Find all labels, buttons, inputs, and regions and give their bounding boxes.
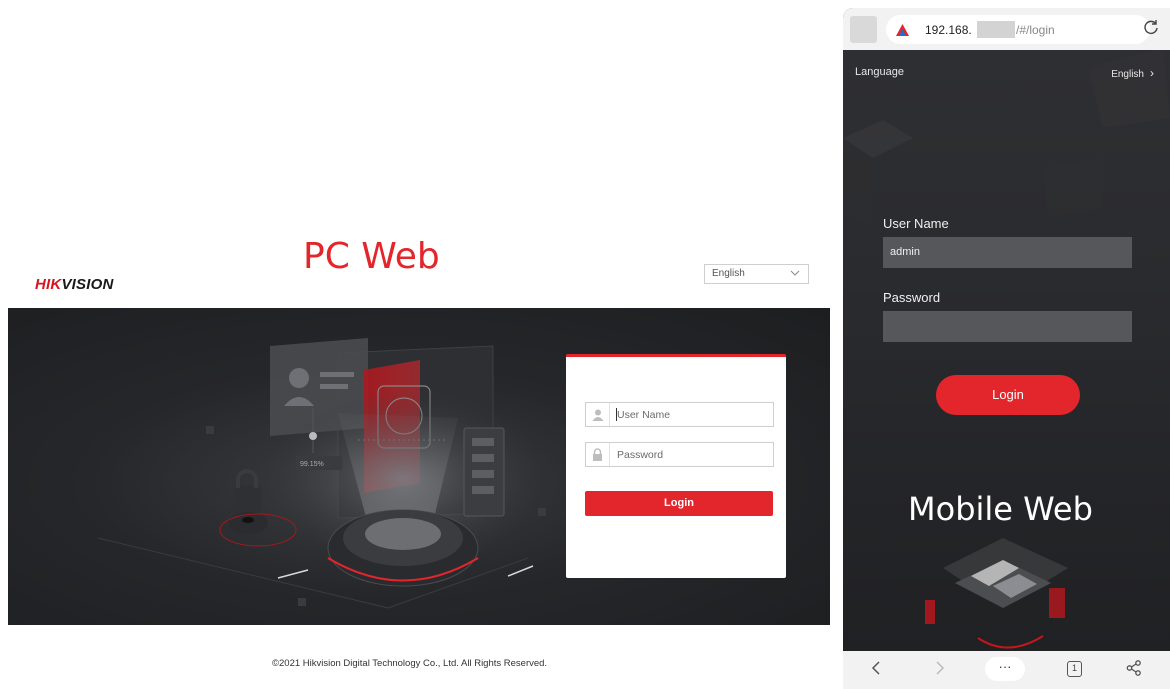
language-select-value: English: [712, 268, 745, 279]
mobile-login-button[interactable]: Login: [936, 375, 1080, 415]
language-label: Language: [855, 66, 904, 78]
pc-login-card: User Name Password Login: [566, 354, 786, 578]
username-label: User Name: [883, 216, 949, 231]
screenshot-stage: PC Web HIKVISION English 99.15% User Nam…: [0, 0, 1170, 689]
chevron-down-icon: [790, 266, 800, 283]
password-label: Password: [883, 290, 941, 305]
share-icon[interactable]: [1126, 660, 1142, 681]
language-selector[interactable]: English ›: [1111, 66, 1154, 80]
password-placeholder: Password: [617, 449, 664, 461]
chevron-right-icon: ›: [1150, 66, 1154, 80]
mobile-web-caption: Mobile Web: [908, 490, 1093, 528]
more-icon[interactable]: ···: [985, 657, 1025, 681]
url-text-start: 192.168.: [925, 23, 972, 37]
logo-part-vision: VISION: [61, 276, 114, 293]
username-field[interactable]: User Name: [585, 402, 774, 427]
tabs-icon[interactable]: 1: [1067, 661, 1082, 677]
reload-icon[interactable]: [1143, 19, 1159, 40]
match-readout: 99.15%: [300, 461, 324, 468]
language-value: English: [1111, 69, 1144, 80]
username-value: admin: [890, 246, 920, 258]
mobile-password-input[interactable]: [883, 311, 1132, 342]
mobile-web-screen: 192.168. /#/login Language English › User…: [843, 8, 1170, 689]
username-placeholder: User Name: [617, 409, 671, 421]
password-field[interactable]: Password: [585, 442, 774, 467]
forward-icon[interactable]: [935, 660, 945, 681]
user-icon: [586, 403, 610, 426]
logo-part-hik: HIK: [35, 276, 62, 293]
mobile-username-input[interactable]: admin: [883, 237, 1132, 268]
mobile-background-art: [843, 48, 1170, 649]
lock-icon: [586, 443, 610, 466]
url-bar[interactable]: 192.168. /#/login: [886, 15, 1150, 44]
url-text-end: /#/login: [1016, 23, 1055, 37]
pc-web-caption: PC Web: [303, 236, 440, 277]
url-redaction: [977, 21, 1015, 38]
site-icon: [896, 23, 909, 41]
browser-address-bar: 192.168. /#/login: [843, 8, 1170, 50]
back-icon[interactable]: [871, 660, 881, 681]
hikvision-logo: HIKVISION: [35, 276, 113, 293]
login-button[interactable]: Login: [585, 491, 773, 516]
language-select[interactable]: English: [704, 264, 809, 284]
browser-home-tile[interactable]: [850, 16, 877, 43]
copyright-footer: ©2021 Hikvision Digital Technology Co., …: [272, 658, 548, 669]
browser-bottom-bar: ··· 1: [843, 651, 1170, 689]
